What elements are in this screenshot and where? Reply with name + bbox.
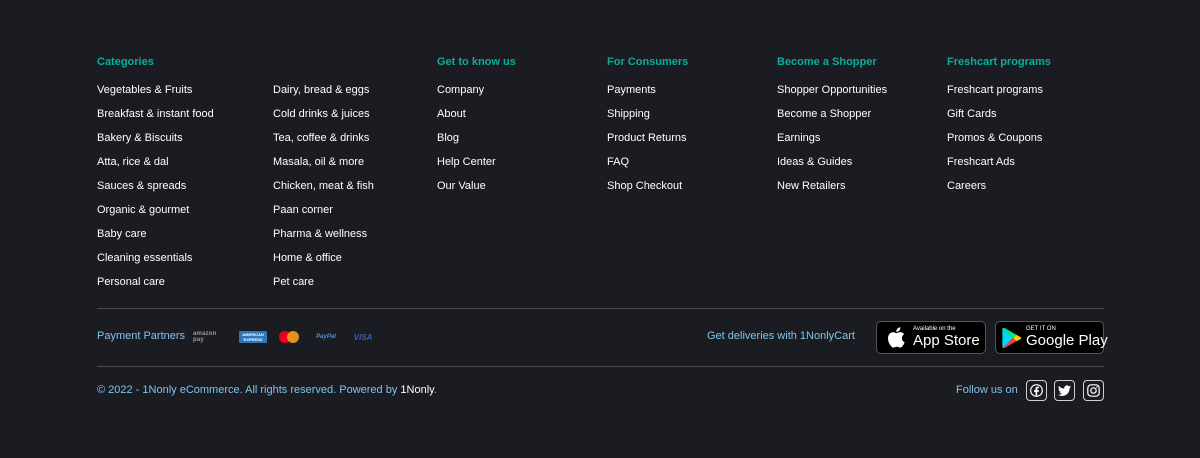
app-store-button[interactable]: Available on the App Store xyxy=(876,321,986,354)
amazon-pay-text: amazon pay xyxy=(193,331,217,343)
categories-list-right: Dairy, bread & eggs Cold drinks & juices… xyxy=(273,83,374,299)
categories-list-left: Vegetables & Fruits Breakfast & instant … xyxy=(97,83,214,299)
consumers-list: Payments Shipping Product Returns FAQ Sh… xyxy=(607,83,688,203)
footer-link[interactable]: Promos & Coupons xyxy=(947,131,1051,155)
get-to-know-column: Get to know us Company About Blog Help C… xyxy=(437,55,516,203)
american-express-logo: AMERICAN EXPRESS xyxy=(239,331,267,343)
follow-us-label: Follow us on xyxy=(956,384,1018,396)
footer-divider-top xyxy=(97,308,1104,309)
app-store-text: Available on the App Store xyxy=(913,326,980,349)
visa-text: VISA xyxy=(353,332,373,342)
footer-link[interactable]: Ideas & Guides xyxy=(777,155,887,179)
consumers-title: For Consumers xyxy=(607,56,689,68)
footer-link[interactable]: Shipping xyxy=(607,107,688,131)
category-link[interactable]: Breakfast & instant food xyxy=(97,107,214,131)
footer-link[interactable]: FAQ xyxy=(607,155,688,179)
category-link[interactable]: Personal care xyxy=(97,275,214,299)
amazon-pay-logo: amazon pay xyxy=(193,330,229,344)
category-link[interactable]: Atta, rice & dal xyxy=(97,155,214,179)
copyright-brand-link[interactable]: 1Nonly xyxy=(400,384,433,396)
google-play-text: GET IT ON Google Play xyxy=(1026,326,1108,349)
google-play-big-text: Google Play xyxy=(1026,332,1108,349)
copyright-suffix: . xyxy=(433,384,437,396)
google-play-button[interactable]: GET IT ON Google Play xyxy=(995,321,1108,354)
footer-link[interactable]: New Retailers xyxy=(777,179,887,203)
footer-link[interactable]: Blog xyxy=(437,131,516,155)
deliveries-label: Get deliveries with 1NonlyCart xyxy=(707,330,855,342)
category-link[interactable]: Vegetables & Fruits xyxy=(97,83,214,107)
category-link[interactable]: Pet care xyxy=(273,275,374,299)
footer-link[interactable]: Payments xyxy=(607,83,688,107)
twitter-icon[interactable] xyxy=(1054,380,1075,401)
category-link[interactable]: Bakery & Biscuits xyxy=(97,131,214,155)
category-link[interactable]: Organic & gourmet xyxy=(97,203,214,227)
footer-link[interactable]: Company xyxy=(437,83,516,107)
shopper-list: Shopper Opportunities Become a Shopper E… xyxy=(777,83,887,203)
amex-text-line2: EXPRESS xyxy=(243,337,263,342)
footer-link[interactable]: Shopper Opportunities xyxy=(777,83,887,107)
payment-partners-logos: amazon pay AMERICAN EXPRESS PayPal VISA xyxy=(193,329,375,345)
footer-link[interactable]: Help Center xyxy=(437,155,516,179)
category-link[interactable]: Cleaning essentials xyxy=(97,251,214,275)
get-to-know-title: Get to know us xyxy=(437,56,516,68)
mastercard-logo xyxy=(277,330,301,344)
category-link[interactable]: Home & office xyxy=(273,251,374,275)
category-link[interactable]: Cold drinks & juices xyxy=(273,107,374,131)
paypal-logo: PayPal xyxy=(311,330,341,344)
footer-link[interactable]: Product Returns xyxy=(607,131,688,155)
category-link[interactable]: Dairy, bread & eggs xyxy=(273,83,374,107)
programs-column: Freshcart programs Freshcart programs Gi… xyxy=(947,55,1051,203)
footer-link[interactable]: Freshcart Ads xyxy=(947,155,1051,179)
copyright-text: © 2022 - 1Nonly eCommerce. All rights re… xyxy=(97,383,437,397)
get-to-know-list: Company About Blog Help Center Our Value xyxy=(437,83,516,203)
footer-link[interactable]: Shop Checkout xyxy=(607,179,688,203)
programs-title: Freshcart programs xyxy=(947,56,1051,68)
footer-link[interactable]: Our Value xyxy=(437,179,516,203)
apple-icon xyxy=(883,326,909,350)
copyright-prefix: © 2022 - 1Nonly eCommerce. All rights re… xyxy=(97,384,401,396)
google-play-icon xyxy=(1002,326,1022,350)
category-link[interactable]: Chicken, meat & fish xyxy=(273,179,374,203)
consumers-column: For Consumers Payments Shipping Product … xyxy=(607,55,688,203)
category-link[interactable]: Tea, coffee & drinks xyxy=(273,131,374,155)
app-store-big-text: App Store xyxy=(913,332,980,349)
categories-title: Categories xyxy=(97,56,154,68)
category-link[interactable]: Baby care xyxy=(97,227,214,251)
footer-divider-bottom xyxy=(97,366,1104,367)
footer-link[interactable]: Freshcart programs xyxy=(947,83,1051,107)
footer-link[interactable]: Careers xyxy=(947,179,1051,203)
payment-partners-label: Payment Partners xyxy=(97,330,186,342)
footer-link[interactable]: Earnings xyxy=(777,131,887,155)
instagram-icon[interactable] xyxy=(1083,380,1104,401)
categories-column: Categories Vegetables & Fruits Breakfast… xyxy=(97,55,214,299)
categories-column-right: Dairy, bread & eggs Cold drinks & juices… xyxy=(273,83,374,299)
category-link[interactable]: Pharma & wellness xyxy=(273,227,374,251)
facebook-icon[interactable] xyxy=(1026,380,1047,401)
programs-list: Freshcart programs Gift Cards Promos & C… xyxy=(947,83,1051,203)
category-link[interactable]: Masala, oil & more xyxy=(273,155,374,179)
site-footer: Categories Vegetables & Fruits Breakfast… xyxy=(0,0,1200,458)
footer-link[interactable]: About xyxy=(437,107,516,131)
category-link[interactable]: Sauces & spreads xyxy=(97,179,214,203)
shopper-title: Become a Shopper xyxy=(777,56,877,68)
footer-link[interactable]: Gift Cards xyxy=(947,107,1051,131)
category-link[interactable]: Paan corner xyxy=(273,203,374,227)
footer-link[interactable]: Become a Shopper xyxy=(777,107,887,131)
visa-logo: VISA xyxy=(351,330,375,344)
paypal-text: PayPal xyxy=(316,334,336,340)
shopper-column: Become a Shopper Shopper Opportunities B… xyxy=(777,55,887,203)
